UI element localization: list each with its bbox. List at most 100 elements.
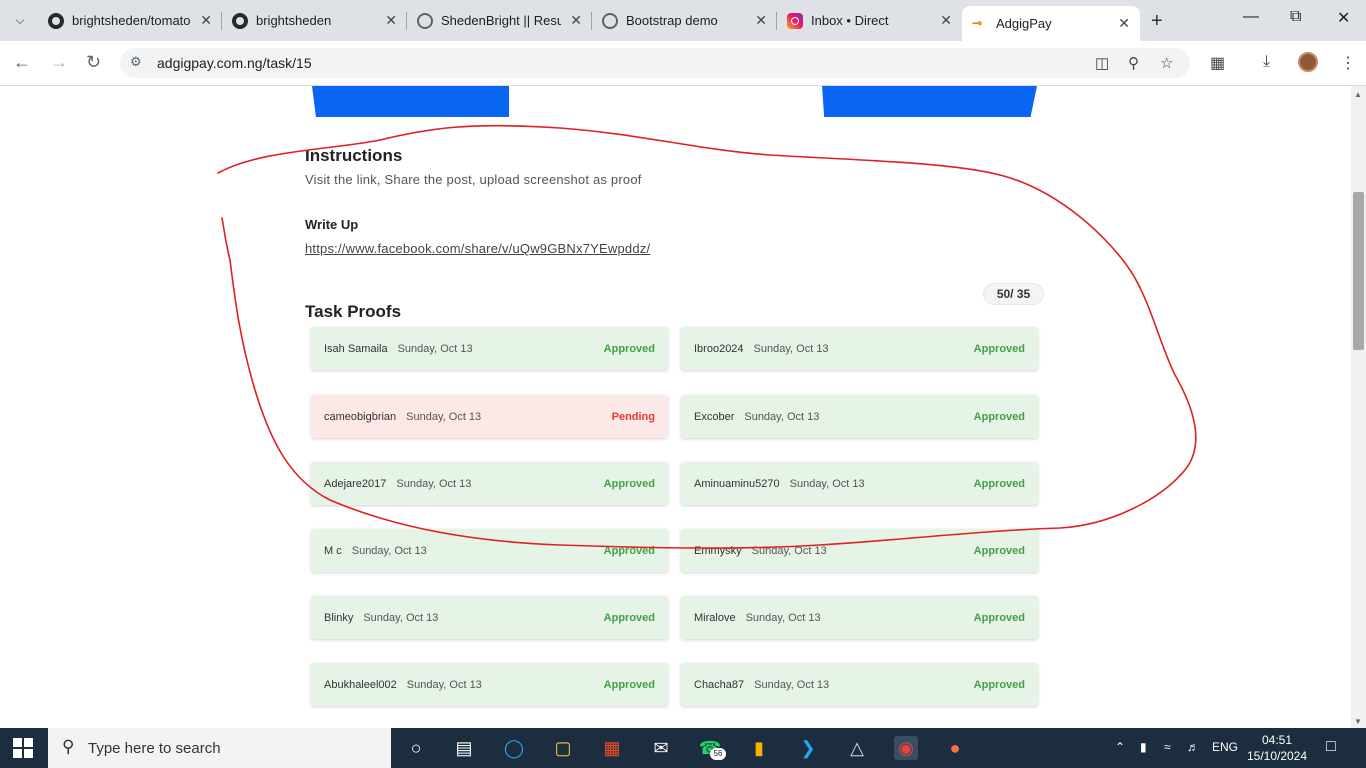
vscode-icon[interactable]: ❯ bbox=[796, 736, 820, 760]
status-badge: Approved bbox=[603, 342, 655, 355]
tab-adgigpay[interactable]: ⊸ AdgigPay ✕ bbox=[962, 6, 1140, 41]
store-icon[interactable]: ▦ bbox=[600, 736, 624, 760]
proof-card[interactable]: Blinky Sunday, Oct 13 Approved bbox=[311, 596, 668, 639]
bookmark-star-icon[interactable]: ☆ bbox=[1160, 54, 1173, 72]
proof-username: M c bbox=[324, 544, 342, 557]
proof-card[interactable]: Emmysky Sunday, Oct 13 Approved bbox=[681, 529, 1038, 572]
writeup-heading: Write Up bbox=[305, 217, 359, 232]
cortana-icon[interactable]: ○ bbox=[404, 736, 428, 760]
chrome-icon[interactable]: ◉ bbox=[894, 736, 918, 760]
install-app-icon[interactable]: ◫ bbox=[1095, 54, 1109, 72]
back-icon[interactable]: ← bbox=[13, 52, 31, 73]
volume-icon[interactable]: ♬ bbox=[1187, 740, 1199, 754]
tab-instagram-inbox[interactable]: Inbox • Direct ✕ bbox=[777, 0, 962, 41]
address-url[interactable]: adgigpay.com.ng/task/15 bbox=[157, 55, 312, 71]
edge-icon[interactable]: ◯ bbox=[502, 736, 526, 760]
system-clock[interactable]: 04:51 15/10/2024 bbox=[1246, 732, 1308, 764]
proof-username: cameobigbrian bbox=[324, 410, 397, 423]
page-scrollbar[interactable]: ▲ ▼ bbox=[1351, 86, 1366, 728]
proofs-heading: Task Proofs bbox=[305, 302, 402, 321]
proof-date: Sunday, Oct 13 bbox=[789, 477, 865, 490]
tab-search-icon[interactable]: ⌵ bbox=[6, 6, 34, 34]
menu-kebab-icon[interactable]: ⋮ bbox=[1340, 53, 1356, 73]
chevron-up-icon[interactable]: ⌃ bbox=[1115, 740, 1125, 754]
wifi-icon[interactable]: ≈ bbox=[1164, 740, 1171, 754]
battery-icon[interactable]: ▮ bbox=[1140, 740, 1147, 754]
new-tab-icon[interactable]: + bbox=[1151, 10, 1163, 33]
browser-toolbar: ← → ↻ ⚙ adgigpay.com.ng/task/15 ◫ ⚲ ☆ ▦ … bbox=[0, 41, 1366, 86]
window-close-icon[interactable]: ✕ bbox=[1337, 8, 1350, 28]
scroll-down-icon[interactable]: ▼ bbox=[1354, 717, 1362, 726]
proofs-count-badge: 50/ 35 bbox=[983, 283, 1044, 305]
notification-icon[interactable]: □ bbox=[1326, 738, 1336, 756]
forward-icon[interactable]: → bbox=[50, 52, 68, 73]
proof-username: Adejare2017 bbox=[324, 477, 387, 490]
proof-card[interactable]: Miralove Sunday, Oct 13 Approved bbox=[681, 596, 1038, 639]
windows-start-icon[interactable] bbox=[13, 738, 33, 758]
tab-brightsheden[interactable]: brightsheden ✕ bbox=[222, 0, 407, 41]
tab-brightsheden-tomato[interactable]: brightsheden/tomato ✕ bbox=[38, 0, 222, 41]
proof-username: Aminuaminu5270 bbox=[694, 477, 780, 490]
extensions-icon[interactable]: ▦ bbox=[1210, 53, 1225, 73]
task-view-icon[interactable]: ▤ bbox=[452, 736, 476, 760]
zoom-icon[interactable]: ⚲ bbox=[1128, 54, 1139, 72]
proof-username: Miralove bbox=[694, 611, 736, 624]
proof-date: Sunday, Oct 13 bbox=[745, 611, 821, 624]
proof-date: Sunday, Oct 13 bbox=[351, 544, 427, 557]
proof-date: Sunday, Oct 13 bbox=[753, 342, 829, 355]
proof-date: Sunday, Oct 13 bbox=[744, 410, 820, 423]
scroll-up-icon[interactable]: ▲ bbox=[1354, 90, 1362, 99]
close-icon[interactable]: ✕ bbox=[940, 12, 952, 29]
proof-username: Ibroo2024 bbox=[694, 342, 744, 355]
file-explorer-icon[interactable]: ▢ bbox=[551, 736, 575, 760]
app-icon[interactable]: △ bbox=[845, 736, 869, 760]
tab-bootstrap-demo[interactable]: Bootstrap demo ✕ bbox=[592, 0, 777, 41]
keep-icon[interactable]: ▮ bbox=[747, 736, 771, 760]
github-icon bbox=[48, 12, 64, 29]
proof-card[interactable]: Chacha87 Sunday, Oct 13 Approved bbox=[681, 663, 1038, 706]
close-icon[interactable]: ✕ bbox=[385, 12, 397, 29]
postman-icon[interactable]: ● bbox=[943, 736, 967, 760]
profile-avatar[interactable] bbox=[1298, 52, 1318, 72]
proof-card[interactable]: Adejare2017 Sunday, Oct 13 Approved bbox=[311, 462, 668, 505]
language-indicator[interactable]: ENG bbox=[1212, 740, 1238, 754]
close-icon[interactable]: ✕ bbox=[570, 12, 582, 29]
status-badge: Approved bbox=[603, 477, 655, 490]
globe-icon bbox=[602, 12, 618, 29]
writeup-link[interactable]: https://www.facebook.com/share/v/uQw9GBN… bbox=[305, 241, 650, 256]
banner-shape-left bbox=[312, 86, 509, 117]
site-info-icon[interactable]: ⚙ bbox=[130, 54, 142, 70]
windows-taskbar: ⚲ Type here to search ○ ▤ ◯ ▢ ▦ ✉ ☎ ▮ ❯ … bbox=[0, 728, 1366, 768]
proof-card[interactable]: Excober Sunday, Oct 13 Approved bbox=[681, 395, 1038, 438]
address-bar[interactable]: ⚙ adgigpay.com.ng/task/15 ◫ ⚲ ☆ bbox=[120, 48, 1190, 78]
proof-card[interactable]: Abukhaleel002 Sunday, Oct 13 Approved bbox=[311, 663, 668, 706]
proof-card[interactable]: Aminuaminu5270 Sunday, Oct 13 Approved bbox=[681, 462, 1038, 505]
download-icon[interactable]: ⤓ bbox=[1263, 53, 1270, 71]
proof-card[interactable]: cameobigbrian Sunday, Oct 13 Pending bbox=[311, 395, 668, 438]
minimize-icon[interactable]: — bbox=[1243, 8, 1259, 26]
tab-shedenbright-resume[interactable]: ShedenBright || Resum ✕ bbox=[407, 0, 592, 41]
proof-username: Abukhaleel002 bbox=[324, 678, 397, 691]
proof-card[interactable]: Isah Samaila Sunday, Oct 13 Approved bbox=[311, 327, 668, 370]
whatsapp-badge: 56 bbox=[710, 748, 726, 760]
mail-icon[interactable]: ✉ bbox=[649, 736, 673, 760]
proof-card[interactable]: Ibroo2024 Sunday, Oct 13 Approved bbox=[681, 327, 1038, 370]
close-icon[interactable]: ✕ bbox=[200, 12, 212, 29]
proof-date: Sunday, Oct 13 bbox=[396, 477, 472, 490]
status-badge: Approved bbox=[973, 410, 1025, 423]
proof-date: Sunday, Oct 13 bbox=[406, 678, 482, 691]
proof-card[interactable]: M c Sunday, Oct 13 Approved bbox=[311, 529, 668, 572]
scroll-thumb[interactable] bbox=[1353, 192, 1364, 350]
taskbar-search-input[interactable]: ⚲ Type here to search bbox=[48, 728, 391, 768]
restore-icon[interactable]: ⧉ bbox=[1290, 8, 1301, 26]
proof-username: Blinky bbox=[324, 611, 354, 624]
close-icon[interactable]: ✕ bbox=[755, 12, 767, 29]
instagram-icon bbox=[787, 12, 803, 29]
status-badge: Pending bbox=[611, 410, 655, 423]
proof-date: Sunday, Oct 13 bbox=[754, 678, 830, 691]
clock-date: 15/10/2024 bbox=[1246, 749, 1308, 763]
close-icon[interactable]: ✕ bbox=[1118, 15, 1130, 32]
proof-username: Chacha87 bbox=[694, 678, 745, 691]
reload-icon[interactable]: ↻ bbox=[86, 52, 101, 73]
tab-strip: ⌵ brightsheden/tomato ✕ brightsheden ✕ S… bbox=[0, 0, 1366, 41]
